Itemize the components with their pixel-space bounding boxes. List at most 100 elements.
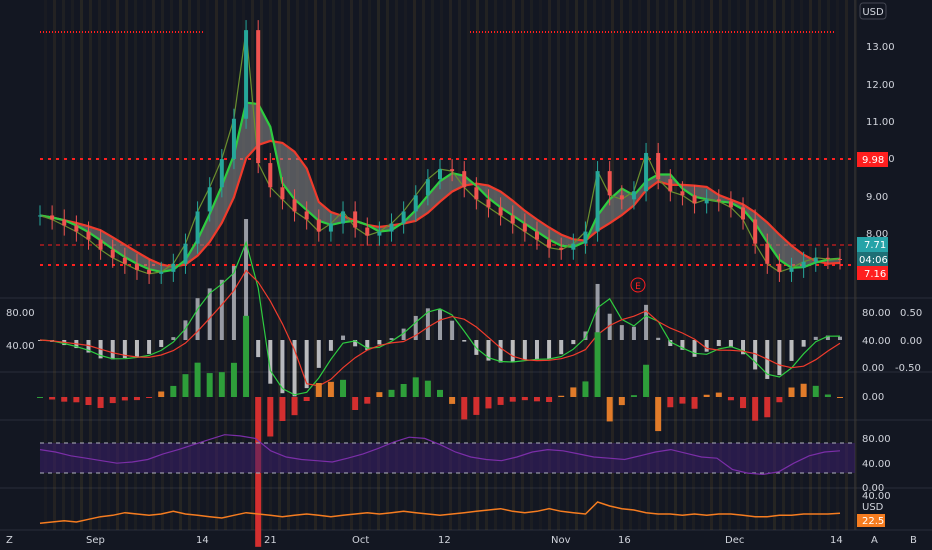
histogram-bar: [533, 397, 540, 402]
candle-body: [377, 231, 382, 236]
histogram-bar: [679, 397, 686, 404]
candle-body: [692, 195, 697, 204]
price-tick: 13.00: [866, 42, 895, 53]
histogram-bar: [582, 381, 589, 397]
macd-far-right-tick: -0.50: [895, 363, 921, 374]
macd-bar: [619, 325, 624, 340]
histogram-bar: [497, 397, 504, 405]
chart-canvas: E USD 13.00 12.00 11.00 10.00 9.00 8.00 …: [0, 0, 932, 547]
candle-body: [534, 231, 539, 240]
histogram-bar: [570, 387, 577, 397]
histogram-bar: [97, 397, 104, 408]
candle-body: [365, 227, 370, 236]
histogram-bar: [73, 397, 80, 403]
histogram-bar: [243, 315, 250, 397]
time-label: 21: [264, 535, 277, 546]
macd-bar: [159, 340, 164, 347]
corner-a-button[interactable]: A: [871, 535, 878, 546]
histogram-bar: [776, 397, 783, 403]
histogram-bar: [546, 397, 553, 402]
macd-bar: [450, 320, 455, 340]
time-axis: Z Sep 14 21 Oct 12 Nov 16 Dec 14 A B: [6, 535, 917, 546]
candle-body: [159, 271, 164, 274]
candle-body: [268, 163, 273, 188]
candle-body: [462, 171, 467, 188]
histogram-bar: [400, 384, 407, 397]
histogram-bar: [800, 383, 807, 397]
candle-body: [280, 187, 285, 200]
last-price-tag-label: 7.71: [864, 240, 886, 251]
rsi-tick: 40.00: [862, 459, 891, 470]
macd-bar: [171, 337, 176, 340]
histogram-bar: [170, 385, 177, 397]
candle-body: [195, 211, 200, 244]
macd-bar: [147, 340, 152, 354]
time-label: Oct: [352, 535, 369, 546]
histogram-bar: [85, 397, 92, 405]
candle-body: [631, 191, 636, 200]
candle-body: [656, 153, 661, 180]
candle-body: [244, 30, 249, 119]
macd-bar: [547, 340, 552, 359]
rsi-tick: 80.00: [862, 434, 891, 445]
histogram-bar: [727, 397, 734, 401]
candle-body: [498, 207, 503, 216]
histogram-bar: [461, 397, 468, 420]
histogram-bar: [764, 397, 771, 418]
macd-bar: [716, 340, 721, 347]
candle-body: [134, 263, 139, 270]
candle-body: [304, 211, 309, 220]
macd-bar: [789, 340, 794, 361]
candle-body: [668, 179, 673, 192]
macd-left-tick: 80.00: [6, 308, 35, 319]
histogram-bar: [291, 397, 298, 416]
price-tick: 9.00: [866, 192, 888, 203]
countdown-tag-label: 04:06: [859, 255, 888, 266]
macd-bar: [510, 340, 515, 362]
macd-bar: [110, 340, 115, 360]
candle-body: [728, 201, 733, 208]
macd-bar: [522, 340, 527, 360]
histogram-bar: [412, 377, 419, 397]
macd-bar: [256, 340, 261, 358]
candle-body: [98, 239, 103, 250]
corner-b-button[interactable]: B: [910, 535, 917, 546]
histogram-bar: [740, 397, 747, 409]
macd-right-tick: 40.00: [862, 336, 891, 347]
candle-body: [680, 191, 685, 196]
histogram-bar: [218, 372, 225, 397]
histogram-bar: [315, 383, 322, 397]
macd-bar: [813, 336, 818, 340]
candle-body: [62, 219, 67, 226]
histogram-bar: [824, 394, 831, 397]
macd-bar: [644, 304, 649, 340]
histogram-bar: [121, 397, 128, 401]
histogram-bar: [703, 394, 710, 397]
macd-far-right-tick: 0.50: [900, 308, 922, 319]
candle-body: [425, 179, 430, 196]
time-label: Dec: [725, 535, 744, 546]
histogram-bar: [788, 387, 795, 397]
histogram-bar: [49, 397, 56, 400]
macd-bar: [534, 340, 539, 359]
candle-body: [341, 211, 346, 224]
candle-body: [256, 30, 261, 164]
macd-bar: [777, 340, 782, 376]
candle-body: [328, 223, 333, 232]
rsi-band: [40, 443, 855, 473]
macd-bar: [219, 279, 224, 340]
candle-body: [438, 169, 442, 180]
price-tick: 12.00: [866, 80, 895, 91]
histogram-bar: [352, 397, 359, 410]
histogram-bar: [752, 397, 759, 421]
macd-bar: [801, 340, 806, 347]
time-label: Nov: [551, 535, 571, 546]
candle-body: [825, 257, 830, 259]
macd-left-tick: 40.00: [6, 341, 35, 352]
corner-z-button[interactable]: Z: [6, 535, 13, 546]
histogram-bar: [182, 374, 189, 397]
macd-bar: [559, 340, 564, 355]
histogram-bar: [715, 392, 722, 397]
macd-bar: [341, 335, 346, 340]
histogram-bar: [812, 385, 819, 397]
